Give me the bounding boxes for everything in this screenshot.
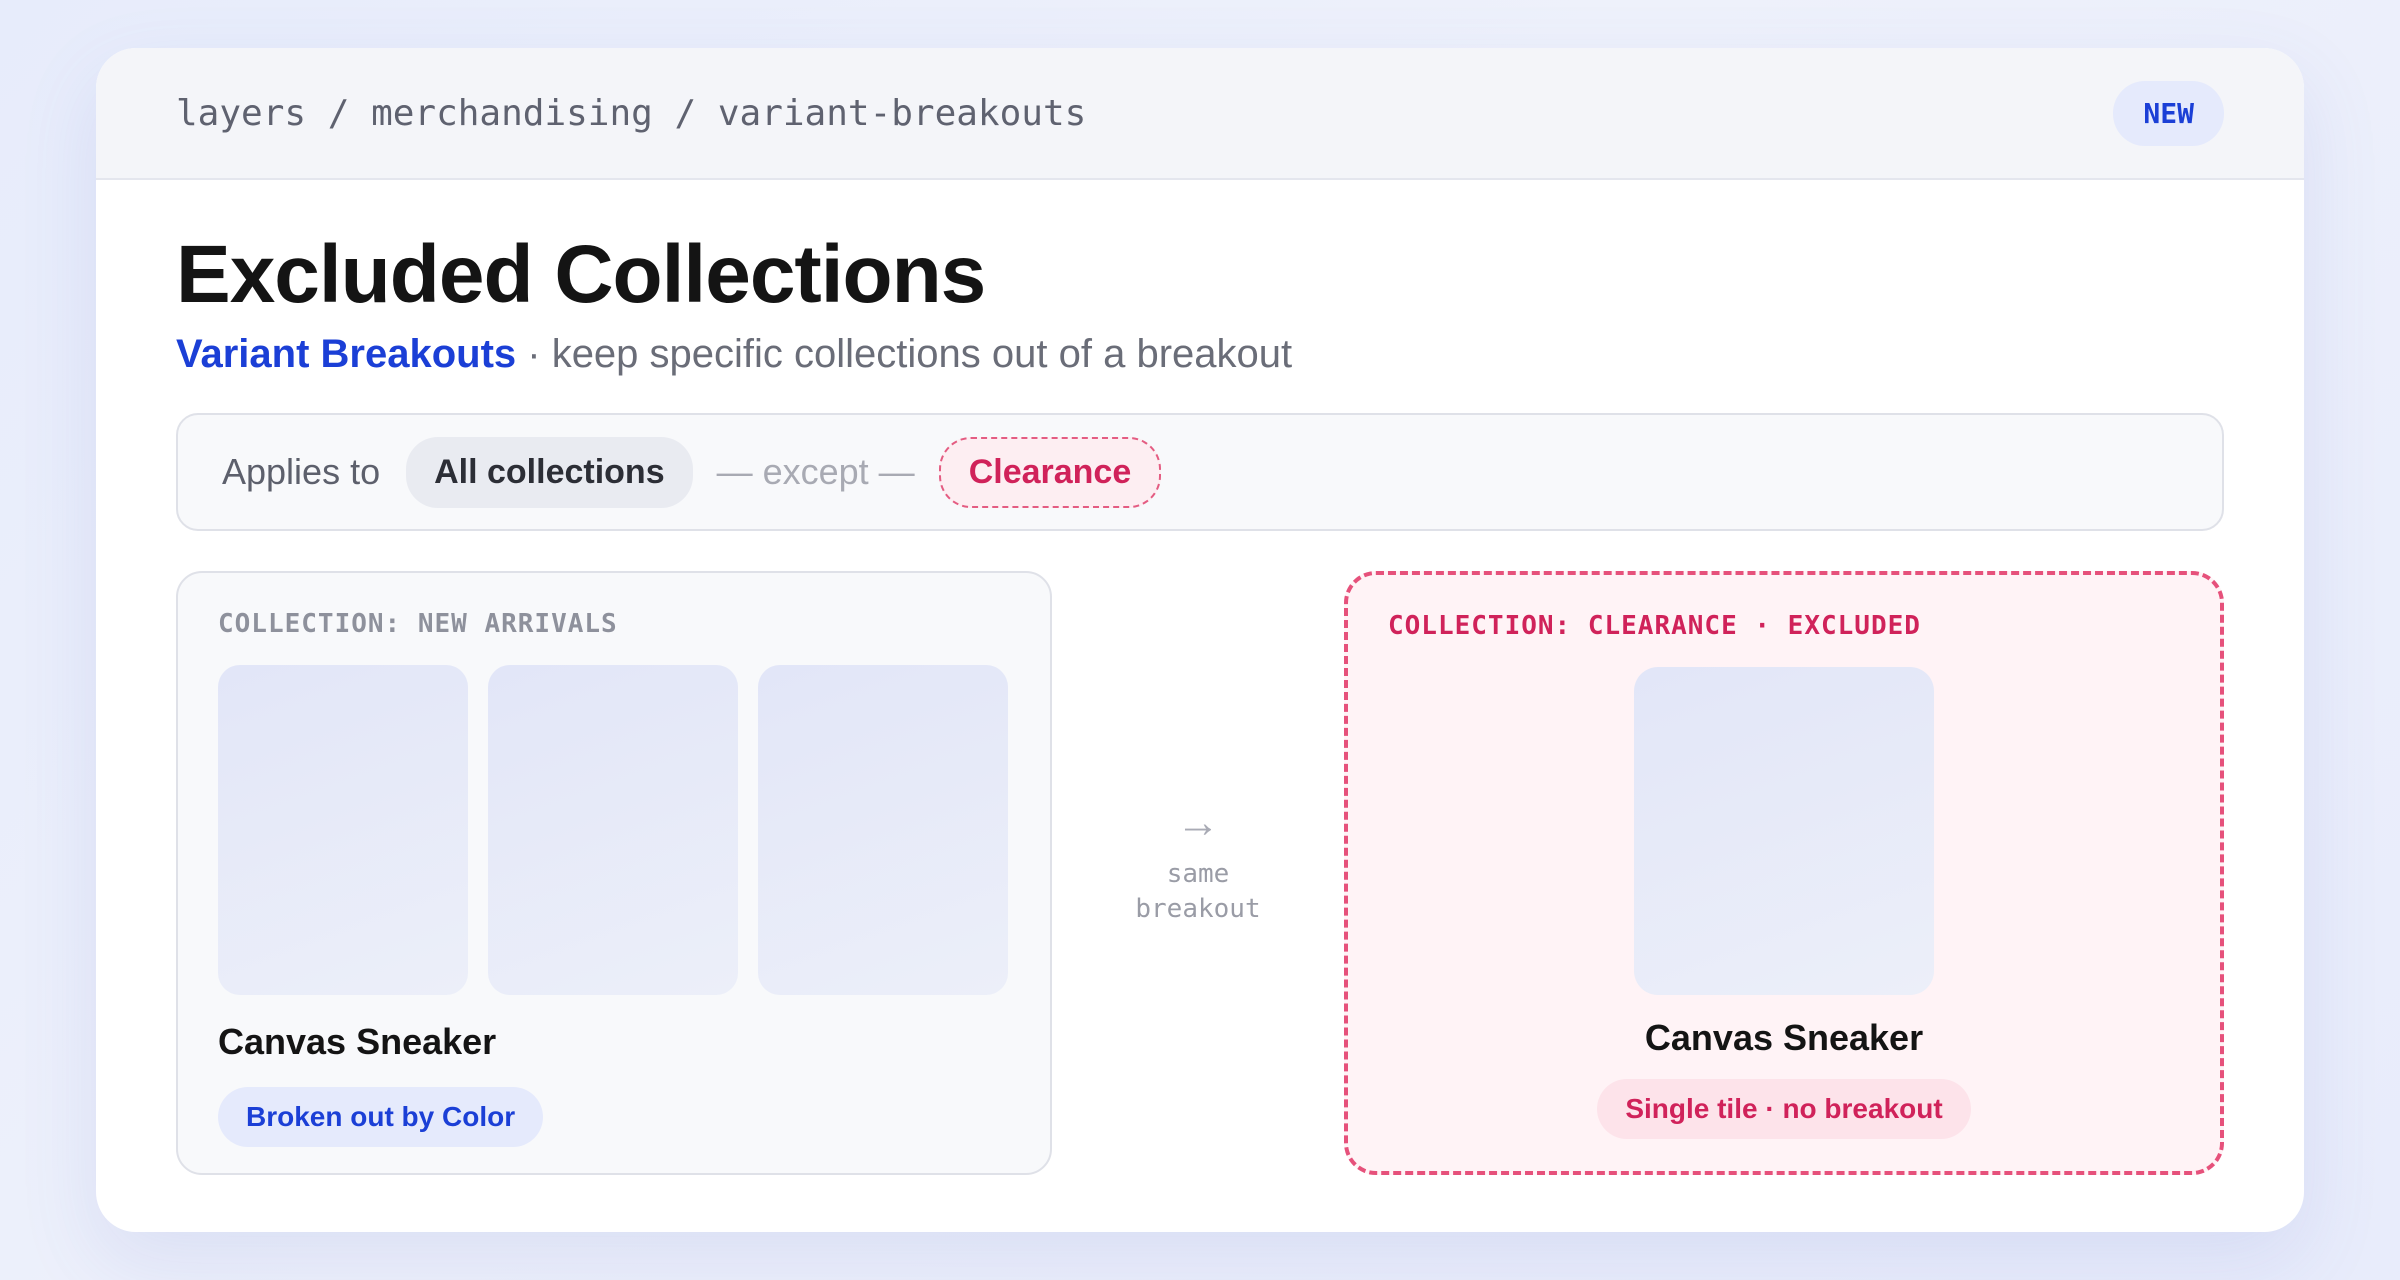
connector-caption-line: breakout: [1135, 894, 1261, 925]
variant-tile[interactable]: [218, 665, 468, 996]
excluded-collection-panel: COLLECTION: CLEARANCE · EXCLUDED Canvas …: [1344, 571, 2224, 1176]
main-content: Excluded Collections Variant Breakouts ·…: [96, 229, 2304, 1176]
scope-chip-all-collections[interactable]: All collections: [406, 436, 693, 508]
included-collection-label: COLLECTION: NEW ARRIVALS: [218, 609, 618, 640]
new-badge: NEW: [2113, 80, 2224, 146]
product-name: Canvas Sneaker: [1644, 1017, 1924, 1059]
variant-breakouts-card: layers / merchandising / variant-breakou…: [96, 48, 2304, 1232]
applies-to-label: Applies to: [222, 451, 381, 493]
arrow-right-icon: →: [1176, 798, 1220, 848]
top-bar: layers / merchandising / variant-breakou…: [96, 48, 2304, 180]
single-product-tile[interactable]: [1634, 667, 1934, 996]
breadcrumb[interactable]: layers / merchandising / variant-breakou…: [176, 93, 1086, 134]
variant-tiles: [218, 665, 1010, 996]
no-breakout-status-badge: Single tile · no breakout: [1597, 1079, 1971, 1140]
applies-to-rule: Applies to All collections — except — Cl…: [176, 413, 2224, 532]
connector-caption: same breakout: [1052, 857, 1344, 927]
page-subtitle: Variant Breakouts · keep specific collec…: [176, 332, 2224, 377]
comparison-panels: COLLECTION: NEW ARRIVALS Canvas Sneaker …: [176, 571, 2224, 1176]
included-collection-panel: COLLECTION: NEW ARRIVALS Canvas Sneaker …: [176, 571, 1052, 1176]
excluded-collection-label: COLLECTION: CLEARANCE · EXCLUDED: [1388, 611, 1921, 642]
page-title: Excluded Collections: [176, 229, 986, 320]
variant-tile[interactable]: [488, 665, 738, 996]
subtitle-feature-name: Variant Breakouts: [176, 332, 517, 377]
variant-tile[interactable]: [758, 665, 1008, 996]
connector: → same breakout: [1052, 801, 1344, 927]
product-name: Canvas Sneaker: [218, 1021, 497, 1063]
excluded-collection-chip[interactable]: Clearance: [938, 436, 1162, 508]
connector-caption-line: same: [1166, 859, 1230, 890]
status-wrap: Single tile · no breakout: [1388, 1059, 2180, 1140]
breakout-status-badge: Broken out by Color: [218, 1087, 544, 1148]
subtitle-description: · keep specific collections out of a bre…: [516, 332, 1293, 377]
except-separator: — except —: [716, 451, 915, 493]
